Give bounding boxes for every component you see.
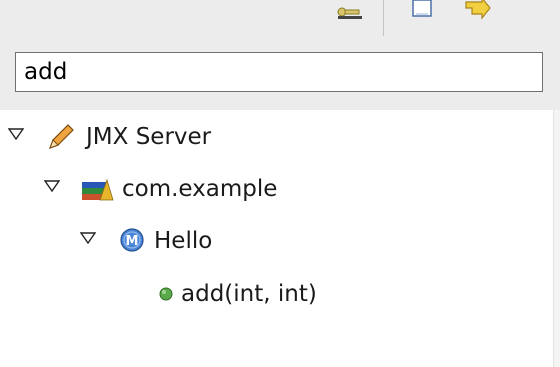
mbean-label: Hello bbox=[154, 228, 213, 254]
tree-node-domain[interactable]: com.example bbox=[0, 172, 553, 212]
view-toolbar bbox=[0, 0, 560, 42]
pin-icon bbox=[337, 7, 362, 19]
mbean-badge: M bbox=[126, 234, 139, 249]
books-icon bbox=[82, 178, 114, 201]
domain-label: com.example bbox=[122, 176, 278, 202]
toolbar-separator bbox=[383, 0, 384, 36]
tree-node-mbean[interactable]: M Hello bbox=[0, 224, 553, 264]
filter-input[interactable] bbox=[15, 52, 543, 92]
next-arrow-icon bbox=[465, 0, 491, 20]
operation-label: add(int, int) bbox=[181, 281, 317, 307]
expand-twisty-icon[interactable] bbox=[44, 180, 60, 192]
tree-node-server[interactable]: JMX Server bbox=[0, 120, 553, 160]
new-document-icon bbox=[412, 0, 432, 17]
mbean-tree: JMX Server com.example M Hello add(int, … bbox=[0, 110, 560, 367]
mbean-icon: M bbox=[120, 228, 144, 252]
pencil-icon bbox=[48, 124, 74, 150]
tree-node-operation[interactable]: add(int, int) bbox=[0, 276, 553, 316]
pin-button[interactable] bbox=[330, 0, 370, 30]
scrollbar-edge[interactable] bbox=[553, 110, 560, 367]
next-button[interactable] bbox=[460, 0, 496, 30]
expand-twisty-icon[interactable] bbox=[8, 128, 24, 140]
green-dot-icon bbox=[159, 287, 173, 301]
new-button[interactable] bbox=[405, 0, 439, 30]
server-label: JMX Server bbox=[86, 124, 212, 150]
filter-area bbox=[0, 42, 560, 110]
expand-twisty-icon[interactable] bbox=[80, 232, 96, 244]
